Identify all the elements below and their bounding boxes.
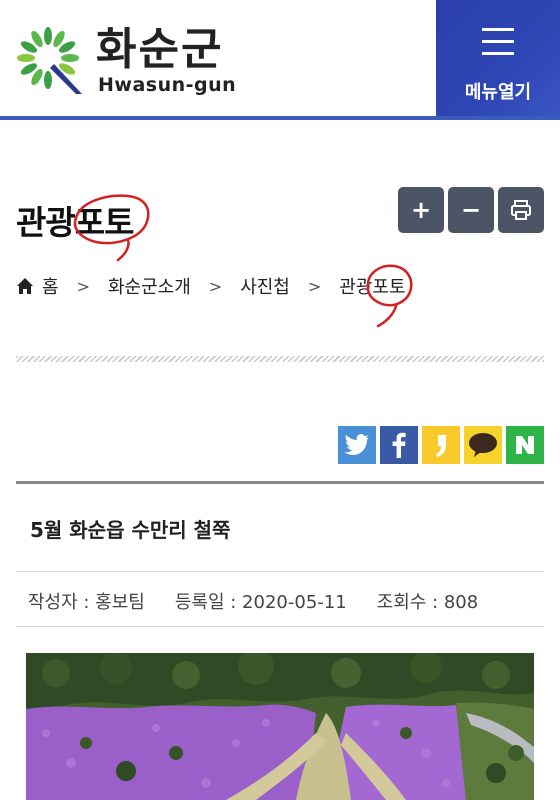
page-title: 관광포토 xyxy=(16,203,134,242)
twitter-icon xyxy=(344,434,369,455)
breadcrumb-separator: > xyxy=(307,276,322,296)
zoom-out-button[interactable]: − xyxy=(448,187,494,233)
breadcrumb-item-about[interactable]: 화순군소개 xyxy=(108,273,191,299)
breadcrumb-item-home[interactable]: 홈 xyxy=(42,273,59,299)
print-icon xyxy=(511,200,531,220)
header-divider xyxy=(0,116,560,120)
article-views: 조회수 : 808 xyxy=(376,592,479,613)
breadcrumb-item-current[interactable]: 관광포토 xyxy=(339,273,405,299)
article-date: 등록일 : 2020-05-11 xyxy=(174,592,347,613)
menu-open-button[interactable]: 메뉴열기 xyxy=(436,0,560,118)
breadcrumb: 홈 > 화순군소개 > 사진첩 > 관광포토 xyxy=(16,272,406,300)
share-twitter-button[interactable] xyxy=(338,426,376,464)
logo-symbol-icon xyxy=(17,27,82,94)
menu-open-label: 메뉴열기 xyxy=(464,82,532,103)
site-header: 화순군 Hwasun-gun 메뉴열기 xyxy=(0,0,560,118)
naver-icon xyxy=(516,436,534,454)
print-button[interactable] xyxy=(498,187,544,233)
breadcrumb-separator: > xyxy=(76,276,90,296)
article-photo xyxy=(26,653,534,800)
site-logo[interactable]: 화순군 Hwasun-gun xyxy=(14,22,244,98)
kakaostory-icon xyxy=(436,435,446,457)
share-naver-button[interactable] xyxy=(506,426,544,464)
article-title: 5월 화순읍 수만리 철쭉 xyxy=(30,518,231,542)
logo-title: 화순군 xyxy=(96,24,224,75)
article-top-border xyxy=(16,481,544,484)
zoom-in-button[interactable]: + xyxy=(398,187,444,233)
article-meta: 작성자 : 홍보팀 등록일 : 2020-05-11 조회수 : 808 xyxy=(28,588,508,614)
section-divider xyxy=(16,356,544,362)
breadcrumb-separator: > xyxy=(208,276,223,296)
breadcrumb-item-gallery[interactable]: 사진첩 xyxy=(240,273,290,299)
home-icon xyxy=(17,278,33,294)
share-facebook-button[interactable] xyxy=(380,426,418,464)
kakaotalk-icon xyxy=(469,433,497,457)
share-kakaostory-button[interactable] xyxy=(422,426,460,464)
article-divider xyxy=(16,571,544,572)
azalea-hill-photo xyxy=(26,653,534,800)
logo-subtitle: Hwasun-gun xyxy=(98,74,237,96)
share-kakaotalk-button[interactable] xyxy=(464,426,502,464)
article-divider xyxy=(16,626,544,627)
article-author: 작성자 : 홍보팀 xyxy=(28,592,145,613)
facebook-icon xyxy=(392,432,406,458)
hamburger-icon xyxy=(482,28,514,55)
